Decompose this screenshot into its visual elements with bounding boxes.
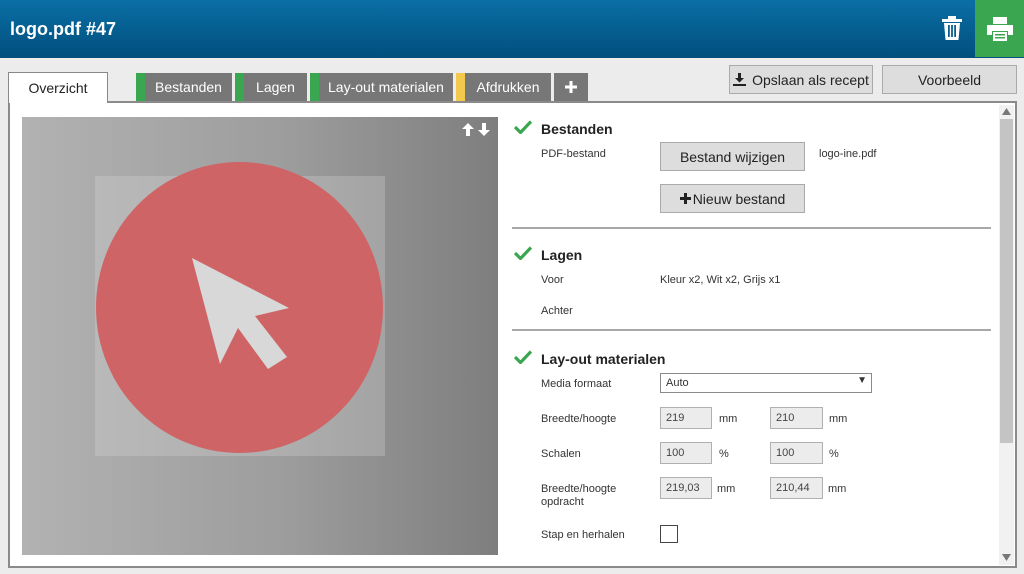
preview-label: Voorbeeld [917,71,982,88]
section-title-bestanden: Bestanden [541,121,613,137]
step-repeat-label: Stap en herhalen [541,529,625,541]
save-recipe-label: Opslaan als recept [752,71,869,88]
tab-bestanden-status [136,73,145,101]
scale-x-unit: % [719,448,729,460]
media-format-select[interactable]: Auto ▼ [660,373,872,393]
tab-lagen[interactable]: Lagen [235,73,307,101]
job-width-unit: mm [717,483,736,495]
size-label: Breedte/hoogte [541,413,617,425]
check-icon [514,246,532,260]
delete-button[interactable] [932,8,972,48]
download-icon [733,73,747,86]
job-size-label-line1: Breedte/hoogte [541,483,617,495]
scale-x-input[interactable] [660,442,712,464]
width-unit: mm [719,413,738,425]
step-repeat-checkbox[interactable] [660,525,678,543]
tab-overzicht[interactable]: Overzicht [8,72,108,103]
plus-icon [679,193,691,204]
height-unit: mm [829,413,848,425]
front-layer-value: Kleur x2, Wit x2, Grijs x1 [660,274,781,286]
check-icon [514,350,532,364]
back-layer-label: Achter [541,305,573,317]
media-format-label: Media formaat [541,378,612,390]
tab-layout-label: Lay-out materialen [328,79,444,95]
change-file-button[interactable]: Bestand wijzigen [660,142,805,171]
front-layer-label: Voor [541,274,564,286]
flip-controls [462,123,490,136]
job-size-label: Breedte/hoogte opdracht [541,483,616,508]
tab-afdrukken[interactable]: Afdrukken [456,73,551,101]
trash-icon [942,16,962,40]
scale-y-input[interactable] [770,442,823,464]
pdf-filename: logo-ine.pdf [819,148,877,160]
tab-layout-materialen[interactable]: Lay-out materialen [310,73,453,101]
print-button[interactable] [975,0,1024,57]
media-format-value: Auto [666,377,689,389]
width-input[interactable] [660,407,712,429]
section-divider [512,227,991,229]
tab-bestanden[interactable]: Bestanden [136,73,232,101]
change-file-label: Bestand wijzigen [679,148,786,165]
scroll-down-icon[interactable] [1002,554,1011,561]
job-height-input[interactable] [770,477,823,499]
save-recipe-button[interactable]: Opslaan als recept [729,65,873,94]
job-width-input[interactable] [660,477,712,499]
job-height-unit: mm [828,483,847,495]
arrow-down-icon[interactable] [478,123,490,136]
scrollbar-thumb[interactable] [1000,119,1013,443]
tab-afdrukken-status [456,73,465,101]
tab-afdrukken-label: Afdrukken [476,79,540,95]
print-preview [22,117,498,555]
section-divider [512,329,991,331]
job-title: logo.pdf #47 [10,19,117,39]
new-file-label: Nieuw bestand [692,190,786,207]
tab-lagen-label: Lagen [256,79,295,95]
tab-overzicht-label: Overzicht [28,80,88,96]
scroll-up-icon[interactable] [1002,108,1011,115]
section-title-lagen: Lagen [541,247,583,263]
preview-button[interactable]: Voorbeeld [882,65,1017,94]
printer-icon [986,16,1013,41]
tab-bestanden-label: Bestanden [155,79,222,95]
tab-layout-status [310,73,319,101]
scale-y-unit: % [829,448,839,460]
arrow-up-icon[interactable] [462,123,474,136]
height-input[interactable] [770,407,823,429]
pdf-file-label: PDF-bestand [541,148,606,160]
scale-label: Schalen [541,448,581,460]
new-file-button[interactable]: Nieuw bestand [660,184,805,213]
cursor-logo-graphic [192,258,289,369]
check-icon [514,120,532,134]
chevron-down-icon: ▼ [857,375,867,386]
add-tab-button[interactable] [554,73,588,101]
plus-icon [565,81,577,93]
app-header: logo.pdf #47 [0,0,1024,58]
tab-lagen-status [235,73,244,101]
section-title-layout: Lay-out materialen [541,351,666,367]
job-size-label-line2: opdracht [541,496,584,508]
